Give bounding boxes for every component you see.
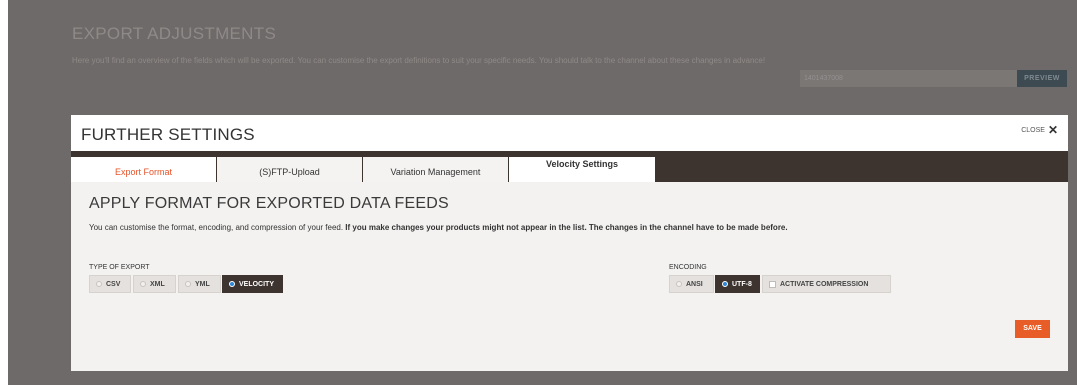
tab-export-format[interactable]: Export Format (71, 157, 216, 182)
further-settings-modal: FURTHER SETTINGS CLOSE ✕ Export Format (… (71, 115, 1068, 371)
option-label: UTF-8 (732, 280, 752, 288)
tab-velocity-settings[interactable]: Velocity Settings (509, 157, 655, 182)
checkbox-label: ACTIVATE COMPRESSION (780, 280, 869, 288)
type-of-export-label: TYPE OF EXPORT (89, 264, 150, 271)
section-description: You can customise the format, encoding, … (89, 223, 788, 232)
preview-button[interactable]: PREVIEW (1017, 70, 1067, 87)
radio-icon (140, 281, 146, 287)
export-id-field[interactable]: 1401437008 (800, 70, 1017, 87)
option-label: CSV (106, 280, 121, 288)
type-option-csv[interactable]: CSV (89, 275, 131, 293)
close-icon: ✕ (1047, 123, 1058, 137)
radio-icon (676, 281, 682, 287)
option-label: XML (150, 280, 165, 288)
encoding-option-ansi[interactable]: ANSI (669, 275, 714, 293)
save-button[interactable]: SAVE (1015, 320, 1050, 338)
page-description: Here you'll find an overview of the fiel… (72, 56, 766, 65)
checkbox-icon (769, 280, 776, 288)
option-label: ANSI (686, 280, 703, 288)
option-label: VELOCITY (239, 280, 275, 288)
radio-icon (96, 281, 102, 287)
modal-title: FURTHER SETTINGS (81, 125, 255, 144)
encoding-option-utf8[interactable]: UTF-8 (715, 275, 760, 293)
description-warning: If you make changes your products might … (345, 223, 788, 232)
type-option-xml[interactable]: XML (133, 275, 176, 293)
page-title: EXPORT ADJUSTMENTS (72, 24, 277, 43)
section-title: APPLY FORMAT FOR EXPORTED DATA FEEDS (89, 195, 449, 212)
tab-bar: Export Format (S)FTP-Upload Variation Ma… (71, 151, 1068, 182)
close-button[interactable]: CLOSE ✕ (1021, 123, 1058, 137)
description-text: You can customise the format, encoding, … (89, 223, 346, 232)
tab-sftp-upload[interactable]: (S)FTP-Upload (217, 157, 362, 182)
tab-variation-management[interactable]: Variation Management (363, 157, 508, 182)
close-label: CLOSE (1021, 126, 1045, 134)
option-label: YML (195, 280, 210, 288)
modal-header: FURTHER SETTINGS CLOSE ✕ (71, 115, 1068, 151)
type-option-yml[interactable]: YML (178, 275, 221, 293)
radio-selected-icon (722, 281, 728, 287)
type-option-velocity[interactable]: VELOCITY (222, 275, 283, 293)
radio-selected-icon (229, 281, 235, 287)
encoding-label: ENCODING (669, 264, 707, 271)
radio-icon (185, 281, 191, 287)
activate-compression-checkbox[interactable]: ACTIVATE COMPRESSION (762, 275, 891, 293)
